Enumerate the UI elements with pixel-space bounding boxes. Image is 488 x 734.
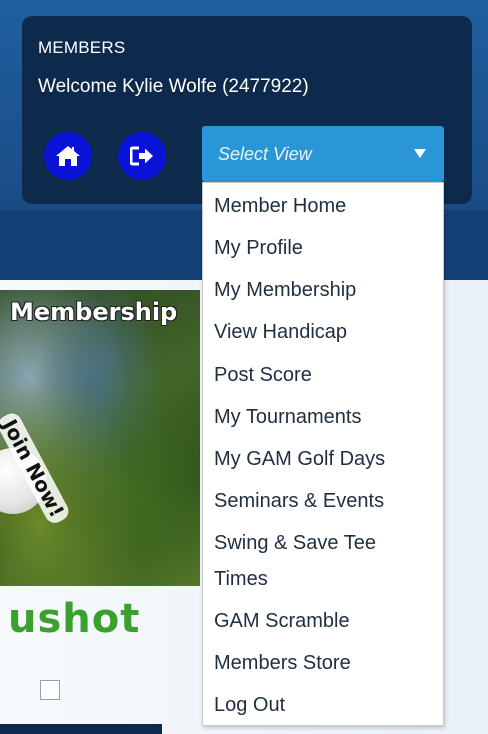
welcome-text: Welcome Kylie Wolfe (2477922)	[38, 76, 309, 97]
menu-item-log-out[interactable]: Log Out	[214, 694, 285, 716]
menu-item-view-handicap[interactable]: View Handicap	[214, 321, 347, 343]
member-panel: MEMBERS Welcome Kylie Wolfe (2477922) Se…	[22, 16, 472, 204]
menu-item-seminars-events[interactable]: Seminars & Events	[214, 490, 384, 512]
section-title: MEMBERS	[38, 38, 126, 57]
menu-item-my-profile[interactable]: My Profile	[214, 237, 303, 259]
menu-item-post-score[interactable]: Post Score	[214, 364, 312, 386]
view-menu: Member Home My Profile My Membership Vie…	[202, 182, 444, 726]
menu-item-gam-scramble[interactable]: GAM Scramble	[214, 610, 350, 632]
menu-item-swing-save-tee-times[interactable]: Swing & Save Tee	[214, 532, 376, 554]
membership-promo-image[interactable]: Membership Join Now!	[0, 290, 200, 586]
logout-button[interactable]	[118, 132, 166, 180]
select-view-dropdown[interactable]: Select View	[202, 126, 444, 182]
bottom-nav-bar	[0, 724, 162, 734]
promo-caption: Membership	[10, 298, 178, 326]
home-icon	[55, 144, 81, 168]
menu-item-my-tournaments[interactable]: My Tournaments	[214, 406, 361, 428]
menu-item-my-gam-golf-days[interactable]: My GAM Golf Days	[214, 448, 385, 470]
menu-item-members-store[interactable]: Members Store	[214, 652, 351, 674]
checkbox[interactable]	[40, 680, 60, 700]
menu-item-member-home[interactable]: Member Home	[214, 195, 346, 217]
partner-logo[interactable]: ushot	[8, 596, 140, 642]
select-view-placeholder: Select View	[218, 144, 312, 164]
menu-item-my-membership[interactable]: My Membership	[214, 279, 356, 301]
caret-down-icon	[414, 149, 426, 158]
sign-out-icon	[130, 145, 154, 167]
menu-item-swing-save-tee-times-cont[interactable]: Times	[214, 568, 268, 590]
home-button[interactable]	[44, 132, 92, 180]
